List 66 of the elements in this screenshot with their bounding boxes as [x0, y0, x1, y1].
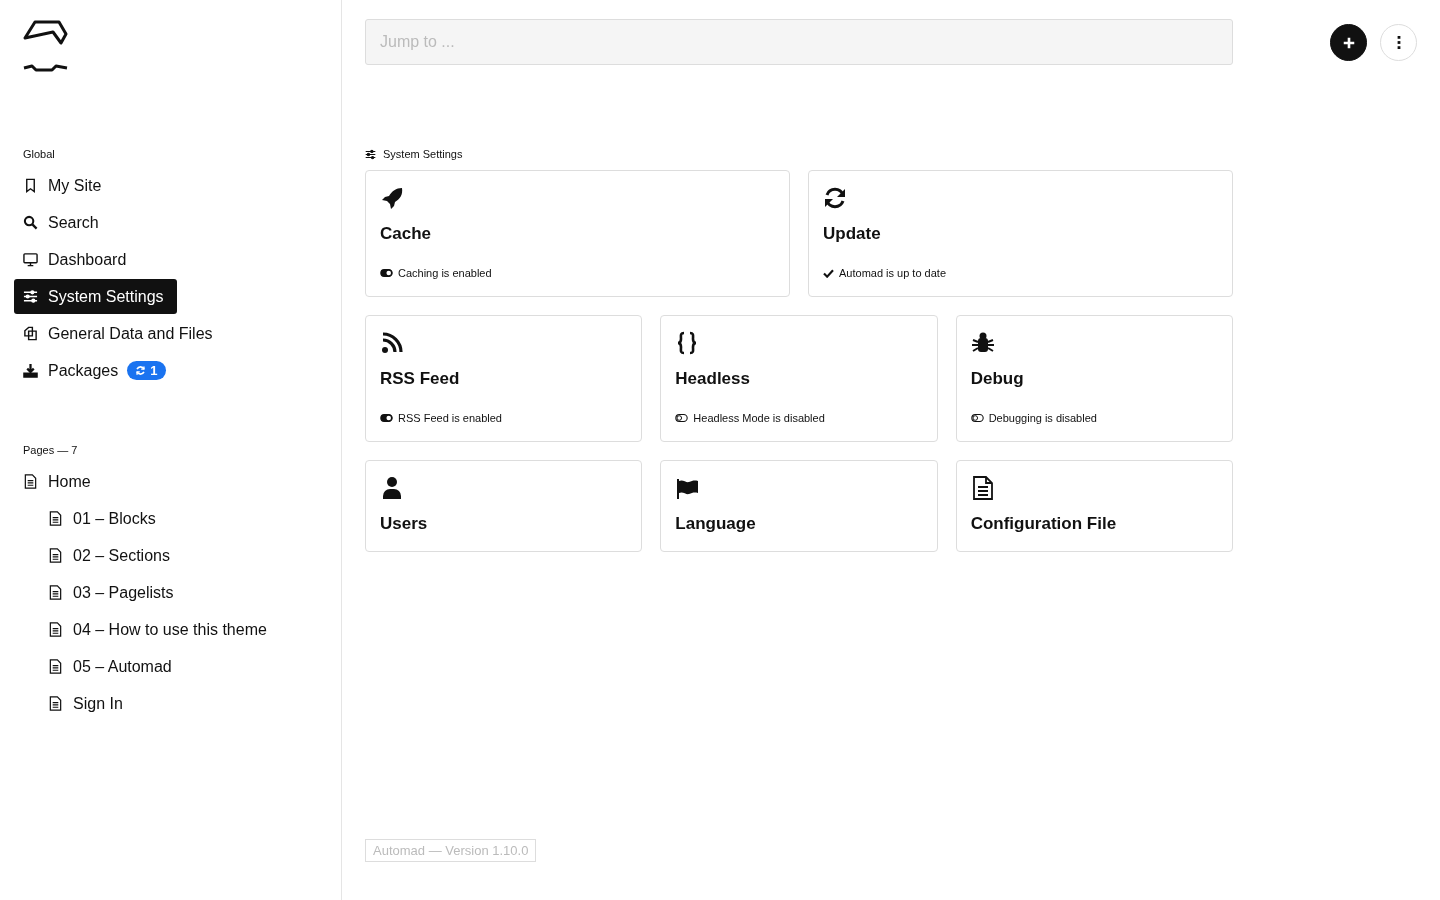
- status-text: RSS Feed is enabled: [398, 412, 502, 424]
- monitor-icon: [23, 252, 38, 267]
- file-icon: [970, 476, 995, 500]
- page-link[interactable]: 01 – Blocks: [39, 501, 165, 536]
- settings-card[interactable]: Cache Caching is enabled: [365, 170, 790, 297]
- card-title: RSS Feed: [380, 369, 461, 389]
- nav-item[interactable]: Packages 1: [14, 353, 175, 388]
- page-link[interactable]: Sign In: [39, 686, 132, 721]
- nav-item[interactable]: Dashboard: [14, 242, 136, 277]
- nav-item[interactable]: System Settings: [14, 279, 177, 314]
- user-icon: [380, 476, 404, 500]
- flag-icon: [675, 476, 700, 500]
- status-text: Automad is up to date: [839, 267, 946, 279]
- page-link[interactable]: 02 – Sections: [39, 538, 179, 573]
- section-label: Global: [23, 148, 56, 160]
- document-icon: [48, 659, 63, 674]
- bookmark-icon: [23, 178, 38, 193]
- card-title: Headless: [675, 369, 751, 389]
- add-button[interactable]: [1330, 24, 1367, 61]
- plus-icon: [1341, 35, 1356, 50]
- card-title: Debug: [970, 369, 1025, 389]
- document-icon: [48, 696, 63, 711]
- check-icon: [823, 268, 834, 278]
- settings-card[interactable]: Language: [660, 460, 938, 552]
- sliders-icon: [23, 289, 38, 304]
- page-link[interactable]: 05 – Automad: [39, 649, 181, 684]
- search-field[interactable]: Jump to ...: [365, 19, 1233, 65]
- settings-card[interactable]: Headless Headless Mode is disabled: [660, 315, 938, 442]
- status-text: Debugging is disabled: [988, 412, 1097, 424]
- status-text: Caching is enabled: [398, 267, 492, 279]
- card-title: Language: [675, 514, 757, 534]
- card-title: Cache: [380, 224, 433, 244]
- page-link[interactable]: Home: [14, 464, 100, 499]
- version-label: Automad — Version 1.10.0: [365, 839, 537, 862]
- section-label: Pages — 7: [23, 444, 79, 456]
- status-text: Headless Mode is disabled: [693, 412, 825, 424]
- document-icon: [48, 622, 63, 637]
- rocket-icon: [380, 186, 404, 210]
- card-title: Update: [823, 224, 882, 244]
- section-title: System Settings: [383, 148, 463, 160]
- card-title: Configuration File: [970, 514, 1118, 534]
- document-icon: [23, 474, 38, 489]
- document-icon: [48, 585, 63, 600]
- sliders-icon: [365, 148, 376, 160]
- page-link[interactable]: 03 – Pagelists: [39, 575, 183, 610]
- settings-card[interactable]: Users: [365, 460, 643, 552]
- nav-item[interactable]: My Site: [14, 168, 111, 203]
- files-icon: [23, 326, 38, 341]
- update-count-badge: 1: [127, 361, 166, 380]
- page-link[interactable]: 04 – How to use this theme: [39, 612, 276, 647]
- search-icon: [23, 215, 38, 230]
- logo-icon[interactable]: [23, 18, 68, 73]
- nav-item[interactable]: General Data and Files: [14, 316, 222, 351]
- document-icon: [48, 511, 63, 526]
- settings-card[interactable]: RSS Feed RSS Feed is enabled: [365, 315, 643, 442]
- bug-icon: [970, 331, 995, 355]
- settings-card[interactable]: Update Automad is up to date: [808, 170, 1233, 297]
- download-icon: [23, 363, 38, 378]
- nav-item[interactable]: Search: [14, 205, 108, 240]
- document-icon: [48, 548, 63, 563]
- rss-icon: [380, 331, 404, 355]
- settings-card[interactable]: Configuration File: [955, 460, 1233, 552]
- refresh-icon: [823, 186, 847, 210]
- card-title: Users: [380, 514, 429, 534]
- settings-card[interactable]: Debug Debugging is disabled: [955, 315, 1233, 442]
- more-icon: [1396, 36, 1401, 49]
